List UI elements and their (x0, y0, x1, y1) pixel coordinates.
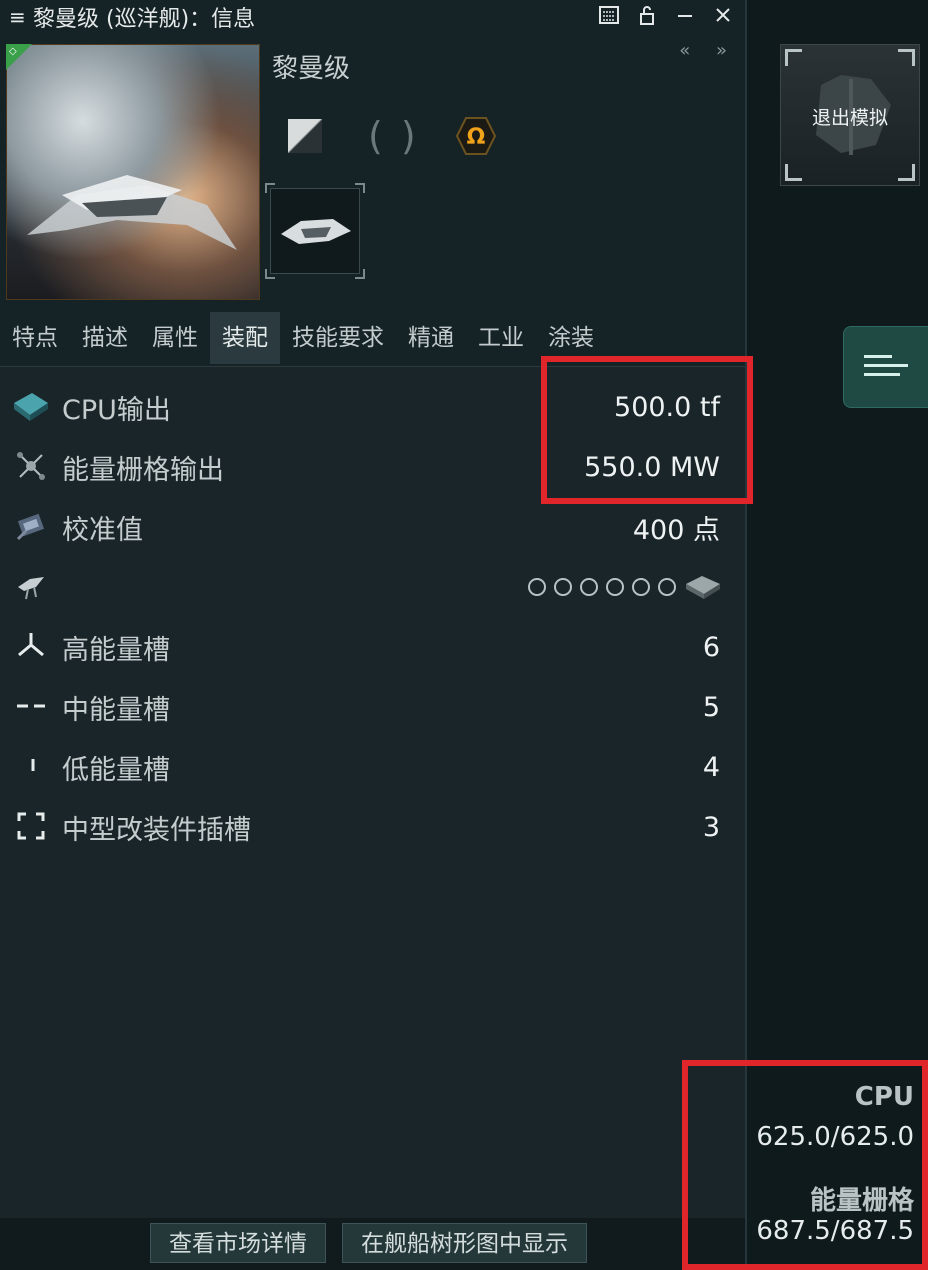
calibration-icon (12, 507, 50, 545)
ship-render-image: ◇ (6, 44, 260, 300)
exit-simulation-button[interactable]: 退出模拟 (780, 44, 920, 186)
tab-description[interactable]: 描述 (70, 312, 140, 364)
attribute-value: 400 点 (632, 514, 720, 546)
collapse-toggle[interactable]: « » (679, 40, 737, 61)
drone-bay-icon (686, 576, 720, 599)
title-bar[interactable]: ≡ 黎曼级 (巡洋舰)：信息 (0, 0, 745, 34)
frame-corner (265, 269, 275, 279)
drone-bay-indicators (528, 578, 676, 596)
hamburger-icon (864, 355, 892, 358)
tab-attributes[interactable]: 属性 (140, 312, 210, 364)
minimize-icon[interactable] (673, 3, 697, 27)
drone-slot-indicator (554, 578, 572, 596)
fitting-menu-button[interactable] (843, 326, 928, 408)
close-icon[interactable] (711, 3, 735, 27)
attribute-label: 高能量槽 (62, 634, 170, 666)
ship-name: 黎曼级 (272, 54, 351, 84)
tab-skill-requirements[interactable]: 技能要求 (280, 312, 396, 364)
omega-icon[interactable]: Ω (455, 116, 496, 156)
drone-icon (12, 567, 50, 605)
frame-corner (355, 183, 365, 193)
list-item-rig-slots: 中型改装件插槽 3 (0, 799, 740, 855)
list-item-calibration: 校准值 400 点 (0, 499, 740, 555)
faction-icon[interactable] (288, 119, 322, 153)
attribute-label: 中能量槽 (62, 694, 170, 726)
ship-silhouette (27, 175, 237, 250)
drone-slot-indicator (632, 578, 650, 596)
ship-thumbnail-icon (281, 219, 351, 244)
svg-text:Ω: Ω (466, 125, 485, 150)
tech-level-badge: ◇ (6, 44, 32, 70)
high-slot-icon (12, 627, 50, 665)
frame-corner (265, 183, 275, 193)
hamburger-icon (864, 373, 900, 376)
window-title: 黎曼级 (巡洋舰)：信息 (33, 7, 256, 32)
drone-slot-indicator (580, 578, 598, 596)
tab-fitting[interactable]: 装配 (210, 312, 280, 364)
low-slot-icon (12, 747, 50, 785)
attribute-label: 能量栅格输出 (62, 454, 224, 486)
tab-mastery[interactable]: 精通 (396, 312, 466, 364)
compact-view-icon[interactable] (597, 3, 621, 27)
attribute-value: 5 (702, 691, 720, 723)
window-controls (597, 3, 735, 27)
drone-slot-indicator (606, 578, 624, 596)
powergrid-icon (12, 447, 50, 485)
drone-slot-indicator (528, 578, 546, 596)
skin-thumbnail[interactable] (265, 183, 365, 279)
highlight-box (682, 1060, 928, 1270)
tab-industry[interactable]: 工业 (466, 312, 536, 364)
attribute-label: 中型改装件插槽 (62, 814, 251, 846)
list-item-mid-slots: 中能量槽 5 (0, 679, 740, 735)
attribute-label: 校准值 (62, 514, 143, 546)
hamburger-icon (864, 364, 908, 367)
ship-info-window: ≡ 黎曼级 (巡洋舰)：信息 ◇ 黎曼级 « » () Ω 特点 描述 属性 装… (0, 0, 747, 1270)
empty-bracket-icon: () (368, 114, 434, 158)
list-item-high-slots: 高能量槽 6 (0, 619, 740, 675)
list-item-low-slots: 低能量槽 4 (0, 739, 740, 795)
footer-bar: 查看市场详情 在舰船树形图中显示 (0, 1218, 745, 1270)
frame-corner (355, 269, 365, 279)
attribute-label: CPU输出 (62, 394, 171, 426)
rig-slot-icon (12, 807, 50, 845)
cpu-icon (12, 387, 50, 425)
attribute-value: 4 (702, 751, 720, 783)
tab-traits[interactable]: 特点 (0, 312, 70, 364)
highlight-box (541, 356, 753, 504)
lock-icon[interactable] (635, 3, 659, 27)
menu-icon[interactable]: ≡ (9, 5, 31, 29)
show-in-ship-tree-button[interactable]: 在舰船树形图中显示 (342, 1223, 587, 1263)
attribute-label: 低能量槽 (62, 754, 170, 786)
mid-slot-icon (12, 687, 50, 725)
attribute-value: 6 (702, 631, 720, 663)
attribute-value: 3 (702, 811, 720, 843)
list-item-drones (0, 559, 740, 615)
drone-slot-indicator (658, 578, 676, 596)
exit-simulation-label: 退出模拟 (811, 107, 888, 129)
faction-icons: () Ω (288, 116, 496, 156)
view-market-details-button[interactable]: 查看市场详情 (150, 1223, 326, 1263)
